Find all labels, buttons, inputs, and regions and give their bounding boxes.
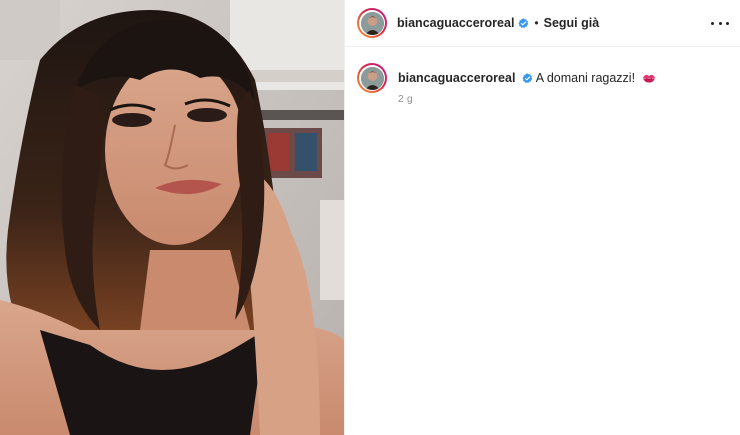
verified-badge-icon — [522, 73, 533, 84]
verified-badge-icon — [518, 17, 529, 28]
caption-body: A domani ragazzi! — [535, 71, 636, 85]
header-separator: • — [534, 16, 539, 30]
kiss-mark-icon — [642, 74, 655, 83]
post-header: biancaguacceroreal • Segui già — [345, 0, 740, 47]
caption-username-link[interactable]: biancaguacceroreal — [398, 71, 515, 85]
caption-avatar[interactable] — [357, 63, 387, 93]
author-avatar[interactable] — [357, 8, 387, 38]
avatar-image — [360, 11, 384, 35]
more-horizontal-icon[interactable] — [711, 15, 729, 31]
avatar-image — [360, 66, 384, 90]
caption-row: biancaguacceroreal A domani ragazzi! — [357, 63, 729, 93]
post-photo[interactable] — [0, 0, 344, 435]
selfie-image — [0, 0, 344, 435]
post-timestamp[interactable]: 2 g — [398, 94, 413, 105]
instagram-post: biancaguacceroreal • Segui già biancagua… — [0, 0, 740, 435]
author-username-link[interactable]: biancaguacceroreal — [397, 16, 514, 30]
following-button[interactable]: Segui già — [544, 16, 600, 30]
caption-text: biancaguacceroreal A domani ragazzi! — [398, 63, 656, 86]
post-sidebar: biancaguacceroreal • Segui già biancagua… — [344, 0, 740, 435]
